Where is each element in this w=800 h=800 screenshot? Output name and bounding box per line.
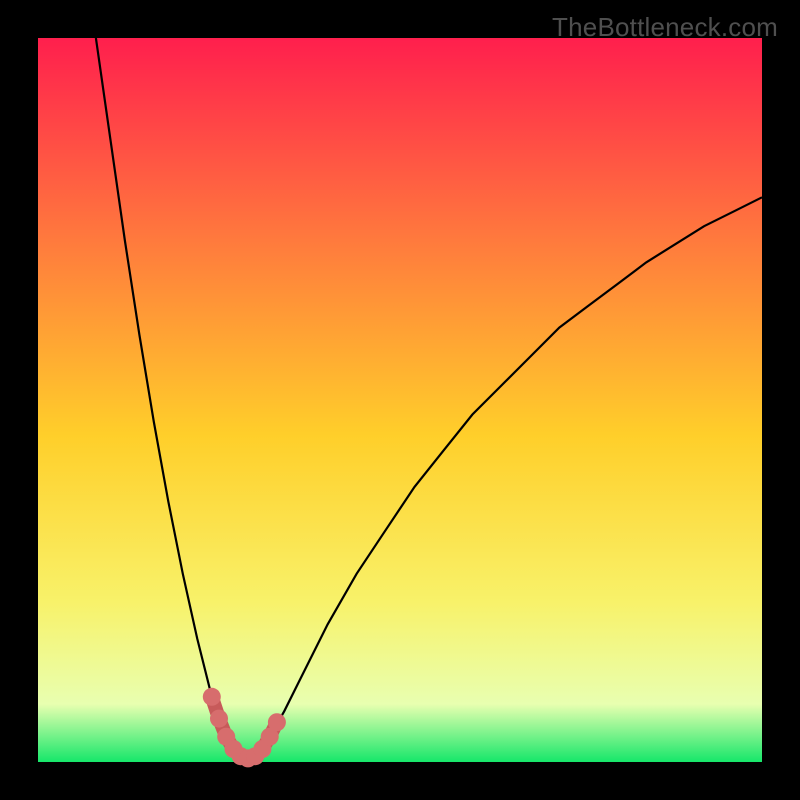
marker-dot (268, 713, 286, 731)
marker-dot (210, 710, 228, 728)
watermark-text: TheBottleneck.com (552, 12, 778, 43)
marker-dot (203, 688, 221, 706)
chart-svg (38, 38, 762, 762)
plot-area (38, 38, 762, 762)
bottleneck-curve (96, 38, 762, 758)
chart-frame: TheBottleneck.com (0, 0, 800, 800)
